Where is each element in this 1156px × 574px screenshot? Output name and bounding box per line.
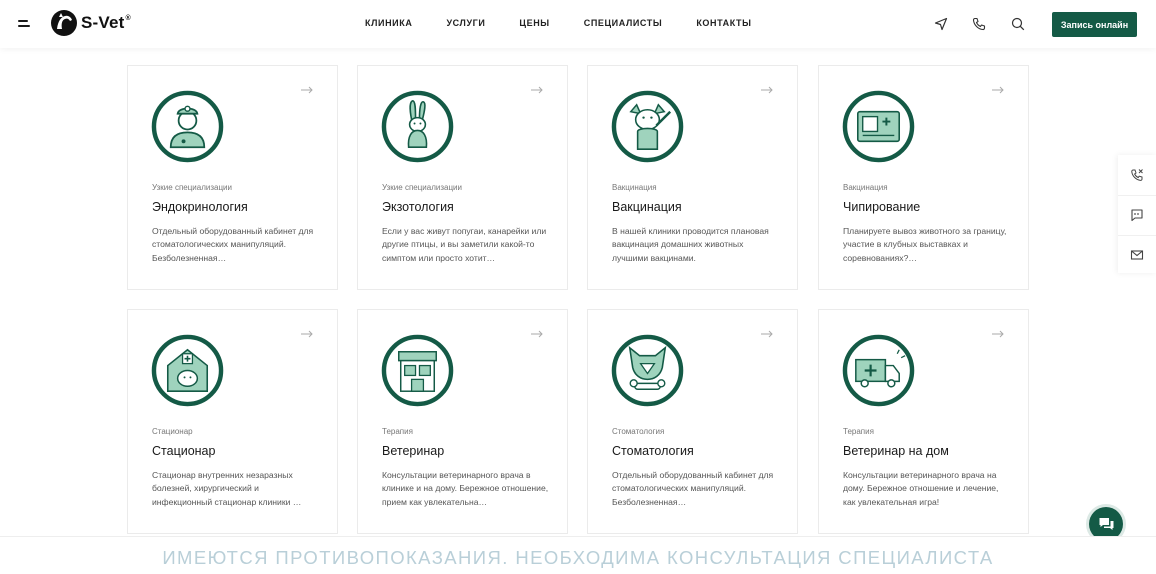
card-title: Экзотология <box>382 200 454 214</box>
nav-contacts[interactable]: КОНТАКТЫ <box>696 18 751 28</box>
card-category: Стационар <box>152 427 193 436</box>
mail-icon <box>1130 250 1144 260</box>
side-contact-panel <box>1118 155 1156 273</box>
chat-icon <box>1099 517 1113 530</box>
card-title: Вакцинация <box>612 200 682 214</box>
nav-clinic[interactable]: КЛИНИКА <box>365 18 412 28</box>
service-card-vaccination[interactable]: Вакцинация Вакцинация В нашей клиники пр… <box>587 65 798 290</box>
service-card-home-vet[interactable]: Терапия Ветеринар на дом Консультации ве… <box>818 309 1029 534</box>
card-category: Стоматология <box>612 427 665 436</box>
pet-passport-icon <box>842 90 915 163</box>
card-category: Узкие специализации <box>382 183 462 192</box>
service-card-hospital[interactable]: Стационар Стационар Стационар внутренних… <box>127 309 338 534</box>
arrow-right-icon[interactable] <box>992 330 1004 338</box>
mail-button[interactable] <box>1118 235 1156 274</box>
doctor-icon <box>151 90 224 163</box>
card-description: Отдельный оборудованный кабинет для стом… <box>152 226 314 263</box>
card-category: Узкие специализации <box>152 183 232 192</box>
arrow-right-icon[interactable] <box>761 330 773 338</box>
service-card-exotology[interactable]: Узкие специализации Экзотология Если у в… <box>357 65 568 290</box>
site-header: S-Vet® КЛИНИКА УСЛУГИ ЦЕНЫ СПЕЦИАЛИСТЫ К… <box>0 0 1156 48</box>
menu-burger-icon[interactable] <box>18 19 30 29</box>
logo[interactable]: S-Vet® <box>50 9 131 37</box>
service-card-vet[interactable]: Терапия Ветеринар Консультации ветеринар… <box>357 309 568 534</box>
book-online-button[interactable]: Запись онлайн <box>1052 12 1137 37</box>
dog-bone-icon <box>611 334 684 407</box>
callback-button[interactable] <box>1118 155 1156 194</box>
arrow-right-icon[interactable] <box>301 86 313 94</box>
card-description: Планируете вывоз животного за границу, у… <box>843 226 1007 263</box>
card-title: Стоматология <box>612 444 694 458</box>
card-description: Стационар внутренних незаразных болезней… <box>152 470 302 507</box>
arrow-right-icon[interactable] <box>761 86 773 94</box>
nav-specialists[interactable]: СПЕЦИАЛИСТЫ <box>584 18 663 28</box>
brand-name: S-Vet® <box>81 13 131 32</box>
disclaimer-strip: ИМЕЮТСЯ ПРОТИВОПОКАЗАНИЯ. НЕОБХОДИМА КОН… <box>0 536 1156 574</box>
vet-building-icon <box>381 334 454 407</box>
card-title: Ветеринар на дом <box>843 444 949 458</box>
nav-services[interactable]: УСЛУГИ <box>446 18 485 28</box>
card-category: Терапия <box>843 427 874 436</box>
rabbit-icon <box>381 90 454 163</box>
card-category: Вакцинация <box>612 183 657 192</box>
callback-icon <box>1131 168 1143 181</box>
ambulance-icon <box>842 334 915 407</box>
service-card-chipping[interactable]: Вакцинация Чипирование Планируете вывоз … <box>818 65 1029 290</box>
arrow-right-icon[interactable] <box>531 330 543 338</box>
pet-hospital-icon <box>151 334 224 407</box>
location-arrow-icon[interactable] <box>934 17 948 31</box>
message-button[interactable] <box>1118 195 1156 234</box>
main-nav: КЛИНИКА УСЛУГИ ЦЕНЫ СПЕЦИАЛИСТЫ КОНТАКТЫ <box>365 18 786 28</box>
card-description: Консультации ветеринарного врача на дому… <box>843 470 999 507</box>
card-category: Терапия <box>382 427 413 436</box>
dog-logo-icon <box>51 10 77 36</box>
card-title: Чипирование <box>843 200 921 214</box>
contraindications-warning: ИМЕЮТСЯ ПРОТИВОПОКАЗАНИЯ. НЕОБХОДИМА КОН… <box>162 547 994 568</box>
card-description: Консультации ветеринарного врача в клини… <box>382 470 549 507</box>
arrow-right-icon[interactable] <box>992 86 1004 94</box>
card-description: Если у вас живут попугаи, канарейки или … <box>382 226 547 263</box>
card-description: В нашей клиники проводится плановая вакц… <box>612 226 769 263</box>
nav-prices[interactable]: ЦЕНЫ <box>519 18 549 28</box>
card-description: Отдельный оборудованный кабинет для стом… <box>612 470 774 507</box>
card-title: Стационар <box>152 444 216 458</box>
card-title: Эндокринология <box>152 200 248 214</box>
service-card-endocrinology[interactable]: Узкие специализации Эндокринология Отдел… <box>127 65 338 290</box>
card-title: Ветеринар <box>382 444 445 458</box>
service-card-dentistry[interactable]: Стоматология Стоматология Отдельный обор… <box>587 309 798 534</box>
arrow-right-icon[interactable] <box>531 86 543 94</box>
arrow-right-icon[interactable] <box>301 330 313 338</box>
phone-icon[interactable] <box>972 17 986 31</box>
search-icon[interactable] <box>1011 17 1025 31</box>
message-icon <box>1131 209 1143 222</box>
dog-syringe-icon <box>611 90 684 163</box>
card-category: Вакцинация <box>843 183 888 192</box>
